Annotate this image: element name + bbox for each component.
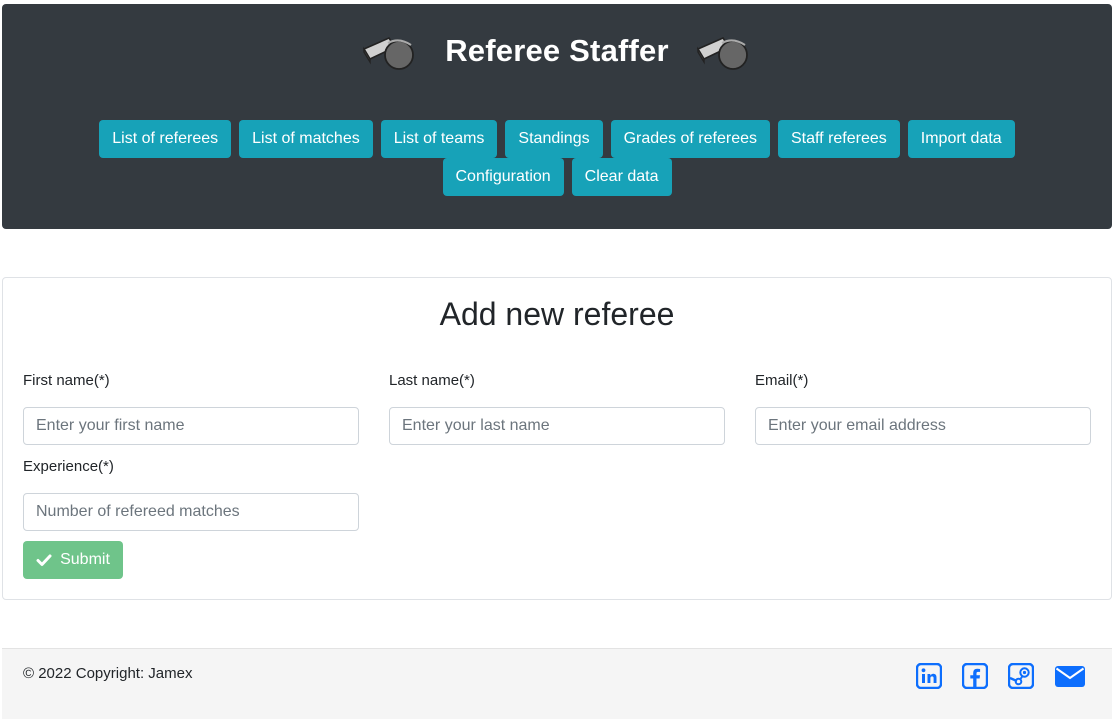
nav-staff-referees-button[interactable]: Staff referees [778,120,900,158]
experience-input[interactable] [23,493,359,531]
nav-configuration-button[interactable]: Configuration [442,158,564,196]
page-title: Add new referee [439,296,675,332]
last-name-group: Last name(*) [389,372,725,445]
submit-button[interactable]: Submit [23,541,123,579]
first-name-label: First name(*) [23,372,110,389]
linkedin-icon[interactable] [916,663,942,689]
last-name-input[interactable] [389,407,725,445]
check-icon [36,552,52,568]
email-group: Email(*) [755,372,1091,445]
facebook-icon[interactable] [962,663,988,689]
experience-label: Experience(*) [23,458,114,475]
top-header: Referee Staffer List of referees List of… [2,4,1112,229]
nav-grades-of-referees-button[interactable]: Grades of referees [610,120,770,158]
copyright-text: © 2022 Copyright: Jamex [23,665,193,682]
steam-icon[interactable] [1008,663,1034,689]
app-title: Referee Staffer [445,33,669,68]
nav-list-of-matches-button[interactable]: List of matches [239,120,373,158]
first-name-input[interactable] [23,407,359,445]
experience-group: Experience(*) [23,458,359,531]
social-links [896,663,1086,689]
last-name-label: Last name(*) [389,372,475,389]
whistle-icon [695,31,753,71]
email-label: Email(*) [755,372,809,389]
nav-standings-button[interactable]: Standings [505,120,603,158]
nav-import-data-button[interactable]: Import data [907,120,1015,158]
nav-list-of-teams-button[interactable]: List of teams [380,120,498,158]
submit-label: Submit [60,551,110,568]
whistle-icon [361,31,419,71]
email-input[interactable] [755,407,1091,445]
nav-clear-data-button[interactable]: Clear data [571,158,672,196]
envelope-icon[interactable] [1054,663,1086,689]
add-referee-card: Add new referee First name(*) Last name(… [2,277,1112,600]
brand: Referee Staffer [2,26,1112,76]
first-name-group: First name(*) [23,372,359,445]
page-footer: © 2022 Copyright: Jamex [2,648,1112,719]
nav-list-of-referees-button[interactable]: List of referees [99,120,232,158]
main-nav: List of referees List of matches List of… [2,120,1112,196]
